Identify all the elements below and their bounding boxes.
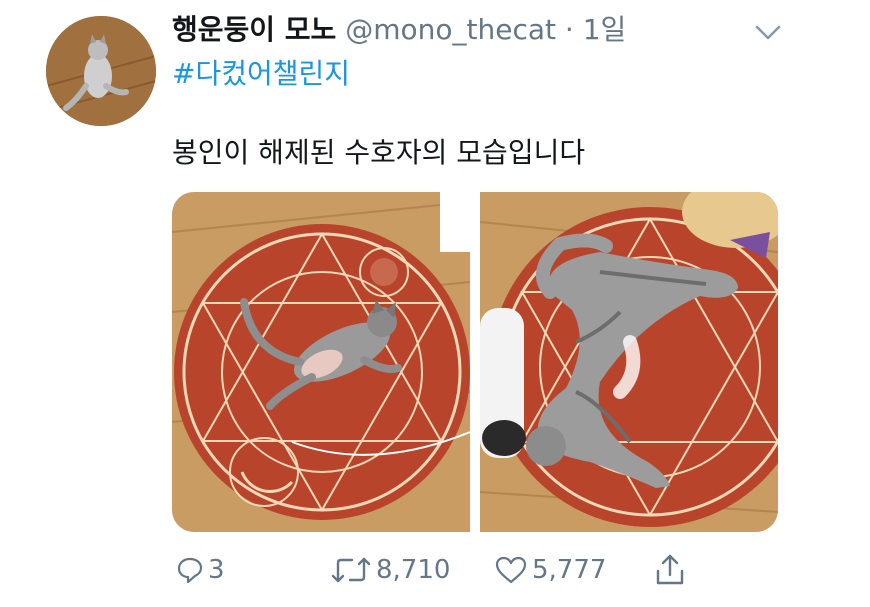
like-button[interactable]: 5,777 bbox=[494, 548, 606, 592]
heart-icon bbox=[495, 556, 527, 584]
reply-button[interactable]: 3 bbox=[176, 548, 225, 592]
tweet-header: 행운둥이 모노 @mono_thecat · 1일 bbox=[172, 12, 626, 48]
reply-count: 3 bbox=[208, 555, 225, 585]
like-count: 5,777 bbox=[532, 555, 607, 585]
share-button[interactable] bbox=[654, 548, 686, 592]
tweet-menu-button[interactable] bbox=[752, 18, 784, 46]
avatar[interactable] bbox=[46, 16, 156, 126]
tweet-text: 봉인이 해제된 수호자의 모습입니다 bbox=[172, 136, 586, 169]
tweet-actions: 3 8,710 5,777 bbox=[0, 548, 870, 592]
photo-2[interactable] bbox=[480, 192, 778, 532]
photo-1[interactable] bbox=[172, 192, 470, 532]
retweet-icon bbox=[331, 557, 371, 583]
cat-on-rug-photo-1 bbox=[172, 192, 470, 532]
reply-icon bbox=[177, 557, 203, 584]
share-icon bbox=[656, 554, 684, 585]
tweet-media[interactable] bbox=[172, 192, 778, 532]
retweet-button[interactable]: 8,710 bbox=[330, 548, 450, 592]
avatar-cat-image bbox=[46, 16, 156, 126]
display-name[interactable]: 행운둥이 모노 bbox=[172, 13, 336, 46]
tweet-timestamp[interactable]: 1일 bbox=[583, 13, 627, 46]
chevron-down-icon bbox=[755, 25, 781, 40]
user-handle[interactable]: @mono_thecat bbox=[345, 13, 556, 46]
hashtag-link[interactable]: #다컸어챌린지 bbox=[172, 56, 350, 92]
retweet-count: 8,710 bbox=[376, 555, 451, 585]
cat-on-rug-photo-2 bbox=[480, 192, 778, 532]
header-separator: · bbox=[564, 13, 574, 46]
